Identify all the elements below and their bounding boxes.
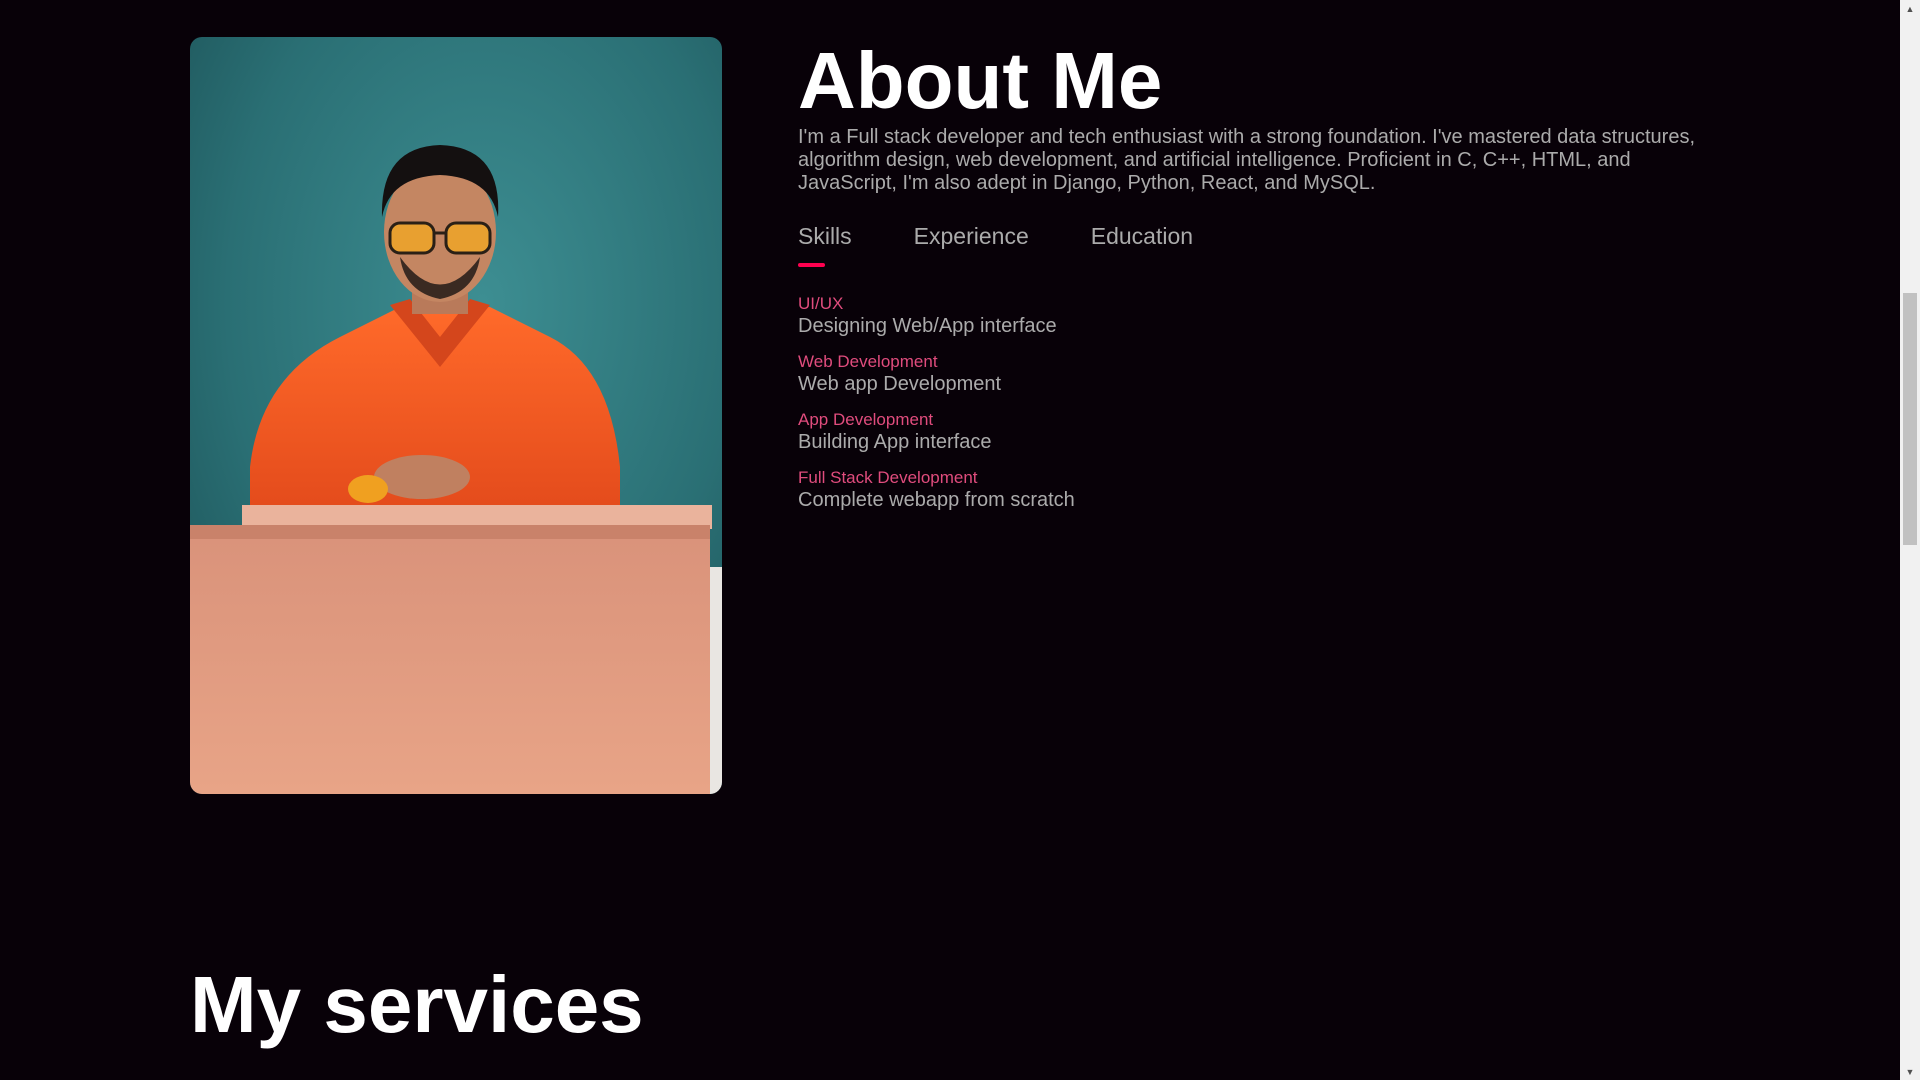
scroll-down-button[interactable]: ▼ (1900, 1063, 1920, 1080)
tab-experience[interactable]: Experience (914, 223, 1029, 253)
skill-item-web-development: Web Development Web app Development (798, 352, 1798, 396)
vertical-scrollbar[interactable]: ▲ ▼ (1900, 0, 1920, 1080)
skill-title: UI/UX (798, 294, 844, 313)
tab-education-label: Education (1090, 223, 1194, 249)
about-heading: About Me (798, 36, 1163, 125)
skill-item-uiux: UI/UX Designing Web/App interface (798, 294, 1798, 338)
tab-skills[interactable]: Skills (798, 223, 852, 267)
skill-item-full-stack-development: Full Stack Development Complete webapp f… (798, 468, 1798, 512)
active-tab-underline (798, 263, 825, 267)
about-section: About Me I'm a Full stack developer and … (798, 36, 1798, 526)
tab-education[interactable]: Education (1091, 223, 1193, 253)
services-heading: My services (190, 960, 644, 1049)
tab-experience-label: Experience (913, 223, 1029, 249)
scroll-up-button[interactable]: ▲ (1900, 0, 1920, 17)
skill-description: Designing Web/App interface (798, 315, 1057, 337)
skill-description: Building App interface (798, 431, 992, 453)
tab-skills-label: Skills (798, 223, 852, 249)
skill-title: App Development (798, 410, 934, 429)
about-bio: I'm a Full stack developer and tech enth… (798, 126, 1696, 194)
profile-photo (190, 37, 722, 794)
skill-title: Web Development (798, 352, 938, 371)
skill-item-app-development: App Development Building App interface (798, 410, 1798, 454)
skill-title: Full Stack Development (798, 468, 978, 487)
skill-description: Complete webapp from scratch (798, 489, 1075, 511)
chevron-up-icon: ▲ (1905, 3, 1915, 14)
scrollbar-thumb[interactable] (1903, 293, 1917, 545)
skill-description: Web app Development (798, 373, 1002, 395)
profile-photo-illustration (190, 37, 722, 794)
skills-list: UI/UX Designing Web/App interface Web De… (798, 294, 1798, 512)
chevron-down-icon: ▼ (1905, 1066, 1915, 1077)
page-viewport: About Me I'm a Full stack developer and … (0, 0, 1900, 1080)
about-tabs: Skills Experience Education (798, 223, 1798, 273)
